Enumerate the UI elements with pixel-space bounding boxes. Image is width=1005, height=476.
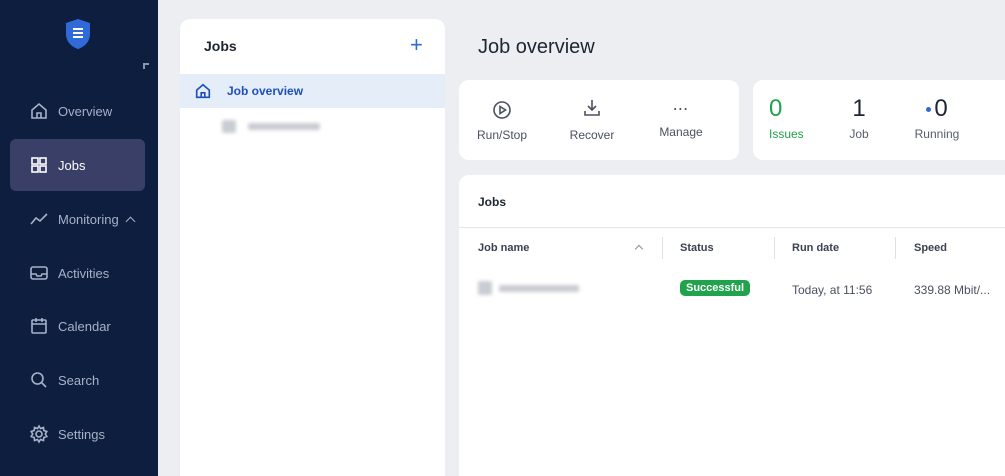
column-separator (895, 237, 896, 259)
sidebar-item-label: Activities (58, 265, 110, 281)
issues-stat[interactable]: 0 Issues (769, 95, 809, 141)
run-date-cell: Today, at 11:56 (792, 283, 873, 297)
run-stop-label: Run/Stop (477, 128, 528, 142)
job-label: Job (849, 127, 869, 141)
more-icon: ⋯ (672, 101, 690, 118)
issues-count: 0 (769, 95, 783, 122)
chart-line-icon (28, 208, 50, 230)
shield-logo-icon (66, 19, 90, 49)
column-header-job-name[interactable]: Job name (478, 242, 529, 254)
jobs-panel: Jobs + Job overview (180, 19, 445, 476)
play-circle-icon (493, 101, 511, 119)
jobs-table-title: Jobs (478, 195, 507, 209)
download-icon (584, 100, 600, 116)
column-separator (662, 237, 663, 259)
toolbar-card: Run/Stop Recover ⋯ Manage (459, 80, 739, 160)
column-header-run-date[interactable]: Run date (792, 242, 839, 254)
speed-cell: 339.88 Mbit/... (914, 283, 991, 297)
sidebar-item-overview[interactable]: Overview (10, 85, 145, 137)
sidebar-item-label: Monitoring (58, 211, 119, 227)
sidebar-collapse-button[interactable] (143, 63, 149, 69)
gear-icon (28, 423, 50, 445)
jobs-table-card: Jobs Job name Status Run date Speed Succ… (459, 175, 1005, 476)
job-name-blurred (499, 285, 579, 292)
sidebar-item-label: Jobs (58, 157, 86, 173)
running-count: 0 (934, 95, 948, 122)
column-header-status[interactable]: Status (680, 242, 714, 254)
sidebar-item-monitoring[interactable]: Monitoring (10, 193, 145, 245)
sidebar-item-search[interactable]: Search (10, 354, 145, 406)
running-count-row: 0 (905, 95, 969, 123)
calendar-icon (28, 315, 50, 337)
sidebar-item-activities[interactable]: Activities (10, 247, 145, 299)
job-stat[interactable]: 1 Job (839, 95, 879, 141)
page-title: Job overview (478, 36, 595, 58)
grid-icon (28, 154, 50, 176)
run-stop-button[interactable]: Run/Stop (477, 100, 527, 142)
job-name-blurred (478, 281, 492, 295)
sidebar-item-settings[interactable]: Settings (10, 408, 145, 460)
search-icon (28, 369, 50, 391)
manage-label: Manage (659, 125, 703, 139)
running-label: Running (914, 127, 960, 141)
status-badge: Successful (680, 280, 751, 296)
inbox-icon (28, 262, 50, 284)
column-header-speed[interactable]: Speed (914, 242, 947, 254)
recover-button[interactable]: Recover (567, 98, 617, 142)
job-overview-label: Job overview (227, 84, 304, 98)
divider (459, 227, 1005, 228)
jobs-panel-title: Jobs (204, 38, 237, 54)
sidebar-item-label: Overview (58, 103, 113, 119)
recover-label: Recover (569, 128, 615, 142)
column-separator (774, 237, 775, 259)
stats-card: 0 Issues 1 Job 0 Running (753, 80, 1005, 160)
chevron-up-icon (125, 216, 136, 226)
issues-label: Issues (769, 127, 804, 141)
sidebar-item-jobs[interactable]: Jobs (10, 139, 145, 191)
sort-chevron-icon[interactable] (634, 244, 644, 254)
sidebar-item-label: Search (58, 372, 100, 388)
add-job-button[interactable]: + (410, 33, 423, 57)
home-icon (28, 100, 50, 122)
sidebar-item-calendar[interactable]: Calendar (10, 300, 145, 352)
job-count: 1 (852, 95, 866, 122)
sidebar-item-label: Calendar (58, 318, 111, 334)
running-stat[interactable]: 0 Running (905, 95, 969, 141)
sidebar-item-label: Settings (58, 426, 105, 442)
job-overview-item[interactable]: Job overview (180, 74, 445, 108)
status-dot-icon (926, 107, 932, 113)
home-icon (195, 83, 211, 99)
sidebar: Overview Jobs Monitoring Activities Cale… (0, 0, 158, 476)
manage-button[interactable]: ⋯ Manage (654, 100, 708, 139)
